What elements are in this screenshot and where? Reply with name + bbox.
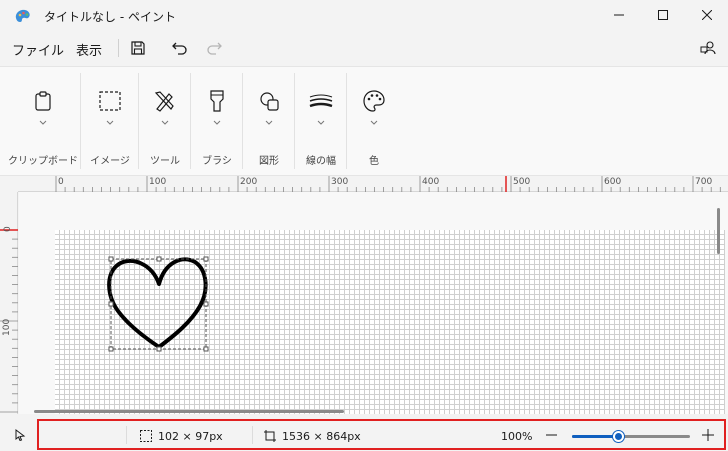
selection-handles[interactable] bbox=[108, 256, 209, 352]
shapes-icon bbox=[260, 92, 279, 111]
undo-icon bbox=[172, 42, 187, 55]
canvas-size-icon bbox=[264, 430, 276, 442]
ruler-label: 200 bbox=[240, 177, 258, 187]
tools-icon bbox=[154, 91, 174, 112]
ribbon-label-brush: ブラシ bbox=[202, 156, 232, 167]
minimize-button[interactable] bbox=[596, 0, 642, 30]
redo-icon bbox=[207, 42, 222, 55]
selection-size-icon bbox=[140, 430, 152, 442]
save-button[interactable] bbox=[128, 38, 148, 58]
ribbon-group-line-width[interactable]: 線の幅 bbox=[296, 67, 346, 175]
ruler-label: 0 bbox=[58, 177, 64, 187]
zoom-slider-fill bbox=[572, 435, 620, 438]
canvas-viewport[interactable] bbox=[19, 192, 728, 414]
title-bar: タイトルなし - ペイント bbox=[0, 0, 728, 32]
menu-file[interactable]: ファイル bbox=[12, 40, 64, 59]
selection-icon bbox=[99, 91, 121, 111]
window-title: タイトルなし - ペイント bbox=[44, 10, 176, 24]
vertical-ruler: 0 100 bbox=[0, 192, 18, 414]
menu-view[interactable]: 表示 bbox=[76, 40, 102, 59]
maximize-button[interactable] bbox=[640, 0, 686, 30]
heart-drawing bbox=[107, 257, 208, 349]
ruler-label: 400 bbox=[422, 177, 440, 187]
menu-separator bbox=[118, 39, 119, 57]
maximize-icon bbox=[658, 10, 668, 20]
ribbon-group-tools[interactable]: ツール bbox=[140, 67, 190, 175]
save-icon bbox=[131, 41, 145, 55]
ribbon-label-image: イメージ bbox=[90, 156, 130, 167]
chevron-down-icon bbox=[161, 120, 169, 125]
ribbon-label-colors: 色 bbox=[369, 156, 379, 167]
ribbon-group-colors[interactable]: 色 bbox=[348, 67, 400, 175]
chevron-down-icon bbox=[106, 120, 114, 125]
ruler-label: 600 bbox=[604, 177, 622, 187]
chevron-down-icon bbox=[213, 120, 221, 125]
account-icon bbox=[700, 41, 716, 55]
chevron-down-icon bbox=[39, 120, 47, 125]
zoom-level: 100% bbox=[501, 430, 533, 443]
ribbon-label-clipboard: クリップボード bbox=[8, 156, 78, 167]
ruler-label: 500 bbox=[513, 177, 531, 187]
close-icon bbox=[702, 10, 712, 20]
palette-icon bbox=[363, 90, 385, 112]
zoom-slider[interactable] bbox=[572, 431, 690, 442]
ribbon-toolbar: クリップボード イメージ ツール ブラシ 図形 線の幅 色 bbox=[0, 66, 728, 176]
selection-size: 102 × 97px bbox=[158, 430, 223, 443]
ribbon-group-clipboard[interactable]: クリップボード bbox=[8, 67, 78, 175]
ribbon-group-shapes[interactable]: 図形 bbox=[244, 67, 294, 175]
clipboard-icon bbox=[35, 91, 51, 111]
undo-button[interactable] bbox=[170, 38, 190, 58]
ruler-label: 700 bbox=[695, 177, 713, 187]
redo-button[interactable] bbox=[204, 38, 224, 58]
paint-app-icon bbox=[15, 9, 30, 22]
zoom-out-icon[interactable] bbox=[546, 434, 557, 437]
line-width-icon bbox=[309, 94, 333, 108]
ruler-label: 300 bbox=[331, 177, 349, 187]
ruler-corner bbox=[0, 176, 18, 192]
brush-icon bbox=[210, 90, 224, 112]
ruler-label: 100 bbox=[2, 318, 12, 336]
chevron-down-icon bbox=[317, 120, 325, 125]
zoom-in-icon[interactable] bbox=[702, 429, 714, 441]
horizontal-scrollbar[interactable] bbox=[34, 410, 344, 413]
menu-bar: ファイル 表示 bbox=[0, 32, 728, 64]
ribbon-label-tools: ツール bbox=[150, 156, 180, 167]
ribbon-label-line-width: 線の幅 bbox=[306, 156, 336, 167]
horizontal-ruler: 0 100 200 300 400 500 600 700 bbox=[18, 176, 728, 192]
ribbon-group-image[interactable]: イメージ bbox=[82, 67, 138, 175]
chevron-down-icon bbox=[265, 120, 273, 125]
selection-box[interactable] bbox=[110, 258, 207, 350]
chevron-down-icon bbox=[370, 120, 378, 125]
minimize-icon bbox=[614, 14, 624, 16]
vertical-scrollbar[interactable] bbox=[717, 208, 720, 254]
ruler-label: 0 bbox=[3, 226, 13, 232]
canvas-size: 1536 × 864px bbox=[282, 430, 361, 443]
close-button[interactable] bbox=[684, 0, 728, 30]
status-bar: 102 × 97px 1536 × 864px 100% bbox=[0, 417, 728, 451]
account-button[interactable] bbox=[698, 38, 718, 58]
pointer-icon bbox=[15, 429, 26, 441]
ribbon-group-brush[interactable]: ブラシ bbox=[192, 67, 242, 175]
ribbon-label-shapes: 図形 bbox=[259, 156, 279, 167]
ruler-label: 100 bbox=[149, 177, 167, 187]
